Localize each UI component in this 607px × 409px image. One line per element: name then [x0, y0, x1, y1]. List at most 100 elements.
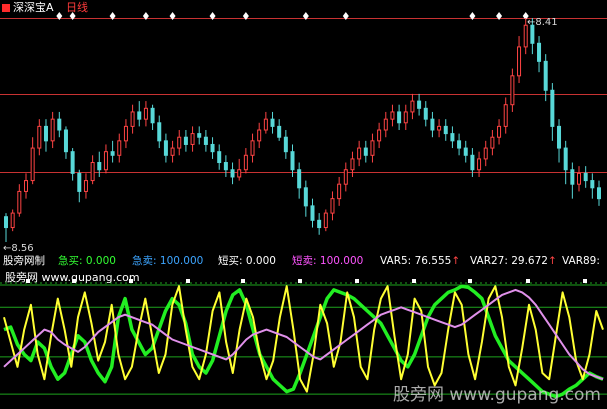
candle-body	[537, 42, 542, 62]
title-marker-icon	[2, 4, 10, 12]
oscillator-marker	[298, 279, 302, 283]
oscillator-marker	[412, 279, 416, 283]
legend-item-jimai: 急买: 0.000	[58, 255, 116, 267]
watermark-right: 股旁网 www.gupang.com	[392, 385, 601, 405]
period-label[interactable]: 日线	[66, 2, 88, 14]
candle-body	[63, 129, 68, 153]
stock-chart-window: 深深宝A 日线 ←8.41 ←8.56 股旁网制 急买: 0.000 急卖: 1…	[0, 0, 607, 409]
candle-body	[230, 169, 235, 178]
candle-body	[363, 147, 368, 156]
candle-body	[430, 118, 435, 131]
legend-item-var5: VAR5: 76.555↑	[380, 255, 461, 267]
candle-body	[383, 118, 388, 131]
candle-body	[357, 147, 362, 160]
candle-body	[470, 154, 475, 171]
candle-body	[330, 198, 335, 214]
chart-canvas[interactable]	[0, 0, 607, 409]
high-price-label: ←8.41	[527, 17, 558, 28]
candle-body	[543, 60, 548, 91]
candle-body	[490, 136, 495, 149]
candle-body	[557, 125, 562, 149]
candle-body	[310, 205, 315, 221]
candle-body	[503, 104, 508, 127]
candle-body	[103, 151, 108, 171]
stock-name: 深深宝A	[13, 1, 54, 14]
candle-body	[263, 118, 268, 131]
candle-body	[217, 151, 222, 164]
candle-body	[403, 111, 408, 124]
candle-body	[577, 172, 582, 185]
candle-body	[290, 151, 295, 171]
candle-body	[370, 140, 375, 156]
low-price-label: ←8.56	[3, 243, 34, 254]
candle-body	[130, 111, 135, 127]
candle-body	[143, 107, 148, 120]
candle-body	[43, 125, 48, 142]
candle-body	[17, 190, 22, 214]
candle-body	[323, 212, 328, 229]
indicator-legend: 股旁网制 急买: 0.000 急卖: 100.000 短买: 0.000 短卖:…	[0, 255, 607, 268]
up-arrow-icon: ↑	[451, 255, 461, 267]
candle-body	[123, 125, 128, 142]
candle-body	[417, 100, 422, 109]
oscillator-marker	[355, 279, 359, 283]
candle-body	[483, 147, 488, 160]
oscillator-marker	[583, 279, 587, 283]
candle-body	[463, 147, 468, 156]
candle-body	[177, 136, 182, 149]
candle-body	[190, 133, 195, 145]
candle-body	[583, 172, 588, 182]
candle-body	[210, 143, 215, 153]
candle-body	[10, 212, 15, 229]
candle-body	[137, 111, 142, 120]
candle-body	[303, 187, 308, 207]
candle-body	[343, 169, 348, 185]
candle-body	[203, 136, 208, 145]
candle-body	[397, 111, 402, 124]
candle-body	[270, 118, 275, 127]
oscillator-marker	[526, 279, 530, 283]
candle-body	[423, 107, 428, 120]
candle-body	[250, 140, 255, 156]
candle-body	[23, 180, 28, 192]
oscillator-marker	[241, 279, 245, 283]
candle-body	[283, 136, 288, 153]
candle-body	[97, 162, 102, 171]
candle-body	[150, 107, 155, 124]
candle-body	[550, 89, 555, 127]
indicator-name[interactable]: 股旁网制	[3, 255, 45, 267]
oscillator-marker	[186, 279, 190, 283]
stock-title: 深深宝A	[2, 2, 54, 14]
legend-item-duanmai2: 短卖: 100.000	[292, 255, 364, 267]
candle-body	[157, 122, 162, 142]
candle-body	[77, 172, 82, 192]
candle-body	[223, 162, 228, 171]
candle-body	[83, 180, 88, 192]
legend-item-var27: VAR27: 29.672↑	[470, 255, 557, 267]
candle-body	[317, 219, 322, 229]
candle-body	[243, 154, 248, 171]
candle-body	[117, 140, 122, 156]
candle-body	[163, 140, 168, 156]
low-price-value: 8.56	[11, 243, 34, 254]
candle-body	[257, 129, 262, 142]
candle-body	[57, 118, 62, 131]
candle-body	[30, 147, 35, 182]
candle-body	[450, 133, 455, 142]
legend-item-var89: VAR89:	[562, 255, 600, 267]
candle-body	[297, 169, 302, 189]
candle-body	[50, 118, 55, 142]
oscillator-series-line	[3, 285, 604, 393]
candle-body	[37, 125, 42, 149]
candle-body	[437, 125, 442, 131]
high-price-value: 8.41	[535, 17, 558, 28]
candle-body	[597, 187, 601, 200]
candle-body	[457, 140, 462, 149]
candle-body	[70, 151, 75, 174]
candle-body	[197, 133, 202, 138]
candle-body	[183, 136, 188, 145]
candle-body	[337, 183, 342, 200]
candle-body	[563, 147, 568, 171]
oscillator-marker	[468, 279, 472, 283]
candle-body	[390, 111, 395, 120]
